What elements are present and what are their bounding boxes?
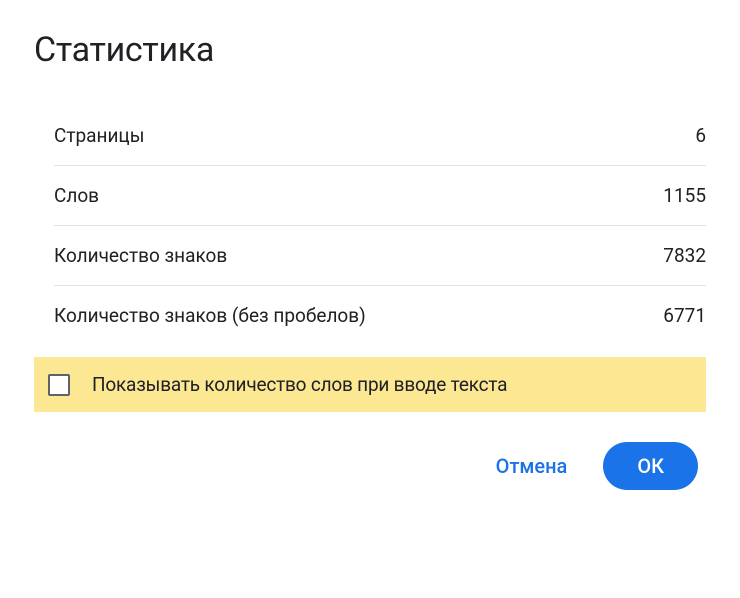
ok-button[interactable]: ОК <box>603 442 698 490</box>
show-word-count-option[interactable]: Показывать количество слов при вводе тек… <box>34 357 706 412</box>
button-row: Отмена ОК <box>34 442 706 490</box>
stat-label: Слов <box>54 184 99 207</box>
stat-label: Страницы <box>54 124 144 147</box>
checkbox-icon[interactable] <box>48 374 70 396</box>
stat-row-chars: Количество знаков 7832 <box>54 226 706 286</box>
stat-value: 6771 <box>663 304 706 327</box>
cancel-button[interactable]: Отмена <box>480 444 584 488</box>
stat-row-words: Слов 1155 <box>54 166 706 226</box>
checkbox-label: Показывать количество слов при вводе тек… <box>92 373 507 396</box>
stat-value: 1155 <box>663 184 706 207</box>
stats-list: Страницы 6 Слов 1155 Количество знаков 7… <box>54 106 706 345</box>
dialog-title: Статистика <box>34 30 706 70</box>
stat-label: Количество знаков (без пробелов) <box>54 304 366 327</box>
stat-row-chars-no-spaces: Количество знаков (без пробелов) 6771 <box>54 286 706 345</box>
stat-value: 6 <box>695 124 706 147</box>
stat-value: 7832 <box>663 244 706 267</box>
stat-row-pages: Страницы 6 <box>54 106 706 166</box>
stat-label: Количество знаков <box>54 244 227 267</box>
